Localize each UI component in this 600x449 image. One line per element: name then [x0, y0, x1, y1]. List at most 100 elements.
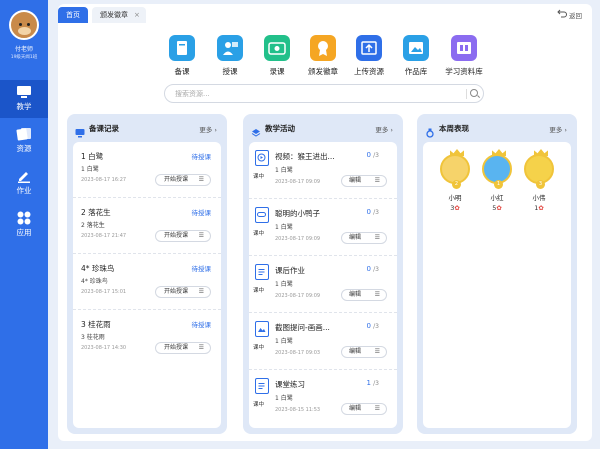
tool-badge[interactable]: 颁发徽章 [301, 35, 345, 77]
button-label: 开始授课 [164, 232, 189, 239]
status-badge: 待授课 [191, 321, 212, 329]
record-icon [264, 35, 290, 61]
tool-library[interactable]: 学习资料库 [442, 35, 486, 77]
search-box[interactable]: 搜索资源... [164, 84, 484, 103]
rank-medal: 1 [494, 180, 503, 189]
menu-icon: ☰ [374, 405, 380, 412]
student-card[interactable]: 2 小明 3✿ [435, 149, 475, 212]
tab-home[interactable]: 首页 [58, 7, 88, 23]
button-label: 编辑 [349, 348, 362, 355]
more-label: 更多 [375, 126, 389, 134]
student-avatar: 2 [440, 149, 470, 189]
more-link[interactable]: 更多 › [549, 124, 567, 134]
video-icon [255, 150, 269, 166]
close-icon[interactable]: × [134, 11, 140, 19]
list-item[interactable]: 4* 珍珠鸟 4* 珍珠鸟 2023-08-17 15:01 待授课 开始授课 ☰ [73, 254, 221, 310]
student-name: 小红 [490, 194, 504, 202]
count-total: /3 [373, 380, 379, 387]
back-button[interactable]: 返回 [557, 9, 582, 20]
more-label: 更多 [199, 126, 213, 134]
count: 0 [366, 265, 371, 273]
list-item[interactable]: 课中 视频：猴王进出... 1 白鹭 2023-08-17 09:09 0 /3… [249, 142, 397, 199]
tool-works[interactable]: 作品库 [394, 35, 438, 77]
start-teaching-button[interactable]: 开始授课 ☰ [155, 174, 211, 186]
more-link[interactable]: 更多 › [199, 124, 217, 134]
nav-teaching[interactable]: 教学 [0, 80, 48, 118]
edit-button[interactable]: 编辑 ☰ [341, 403, 387, 415]
lesson-date: 2023-08-17 15:01 [81, 289, 127, 295]
monitor-icon [16, 84, 32, 98]
status-badge: 待授课 [191, 209, 212, 217]
teacher-icon [217, 35, 243, 61]
tool-label: 上传资源 [354, 67, 384, 76]
list-item[interactable]: 课中 聪明的小鸭子 1 白鹭 2023-08-17 09:09 0 /3 编辑 ☰ [249, 199, 397, 256]
edit-button[interactable]: 编辑 ☰ [341, 289, 387, 301]
image-icon [403, 35, 429, 61]
start-teaching-button[interactable]: 开始授课 ☰ [155, 286, 211, 298]
activity-sub: 1 白鹭 [275, 395, 293, 402]
completion-count: 1 /3 [366, 379, 379, 387]
back-label: 返回 [569, 11, 582, 20]
menu-icon: ☰ [198, 176, 204, 183]
flower-icon: ✿ [496, 204, 502, 212]
button-label: 编辑 [349, 234, 362, 241]
list-item[interactable]: 课中 课后作业 1 白鹭 2023-08-17 09:09 0 /3 编辑 ☰ [249, 256, 397, 313]
button-label: 编辑 [349, 405, 362, 412]
nav-apps[interactable]: 应用 [0, 206, 48, 244]
activity-name: 视频：猴王进出... [275, 152, 335, 161]
activity-name: 课后作业 [275, 266, 305, 275]
tool-label: 作品库 [404, 67, 428, 76]
status-badge: 待授课 [191, 265, 212, 273]
tool-teach[interactable]: 授课 [208, 35, 252, 77]
tab-badge[interactable]: 颁发徽章 × [92, 7, 146, 23]
crown-icon [450, 149, 464, 156]
lesson-sub: 3 桂花雨 [81, 334, 105, 341]
lesson-sub: 2 落花生 [81, 222, 105, 229]
edit-button[interactable]: 编辑 ☰ [341, 232, 387, 244]
teacher-class[interactable]: 19级天闻1班 [0, 54, 48, 60]
student-card[interactable]: 3 小伟 1✿ [519, 149, 559, 212]
count-total: /3 [373, 152, 379, 159]
nav-resources[interactable]: 资源 [0, 122, 48, 160]
tool-label: 颁发徽章 [308, 67, 338, 76]
button-label: 开始授课 [164, 288, 189, 295]
list-item[interactable]: 2 落花生 2 落花生 2023-08-17 21:47 待授课 开始授课 ☰ [73, 198, 221, 254]
edit-button[interactable]: 编辑 ☰ [341, 175, 387, 187]
menu-icon: ☰ [374, 234, 380, 241]
edit-button[interactable]: 编辑 ☰ [341, 346, 387, 358]
count: 1 [366, 379, 371, 387]
main-area: 首页 颁发徽章 × 返回 备课 授课 录课 颁发徽章 上传资源 作品库 学习资料库… [58, 4, 592, 441]
start-teaching-button[interactable]: 开始授课 ☰ [155, 230, 211, 242]
teacher-avatar[interactable] [9, 10, 39, 40]
more-link[interactable]: 更多 › [375, 124, 393, 134]
student-card[interactable]: 1 小红 5✿ [477, 149, 517, 212]
tool-label: 授课 [222, 67, 238, 76]
status-badge: 课中 [253, 345, 265, 351]
completion-count: 0 /3 [366, 265, 379, 273]
nav-label: 作业 [16, 186, 32, 195]
more-label: 更多 [549, 126, 563, 134]
crown-icon [492, 149, 506, 156]
lesson-date: 2023-08-17 14:30 [81, 345, 127, 351]
status-badge: 课中 [253, 174, 265, 180]
student-score: 1✿ [519, 204, 559, 212]
tool-prepare[interactable]: 备课 [160, 35, 204, 77]
menu-icon: ☰ [198, 232, 204, 239]
menu-icon: ☰ [198, 344, 204, 351]
panel-title: 备课记录 [89, 123, 119, 133]
list-item[interactable]: 1 白鹭 1 白鹭 2023-08-17 16:27 待授课 开始授课 ☰ [73, 142, 221, 198]
upload-icon [356, 35, 382, 61]
nav-homework[interactable]: 作业 [0, 164, 48, 202]
button-label: 编辑 [349, 291, 362, 298]
completion-count: 0 /3 [366, 322, 379, 330]
lesson-date: 2023-08-17 16:27 [81, 177, 127, 183]
start-teaching-button[interactable]: 开始授课 ☰ [155, 342, 211, 354]
tool-upload[interactable]: 上传资源 [347, 35, 391, 77]
count: 0 [366, 208, 371, 216]
list-item[interactable]: 课中 课堂练习 1 白鹭 2023-08-15 11:53 1 /3 编辑 ☰ [249, 370, 397, 427]
list-item[interactable]: 课中 截图提问-画画... 1 白鹭 2023-08-17 09:03 0 /3… [249, 313, 397, 370]
list-item[interactable]: 3 桂花雨 3 桂花雨 2023-08-17 14:30 待授课 开始授课 ☰ [73, 310, 221, 366]
tool-record[interactable]: 录课 [255, 35, 299, 77]
search-icon[interactable] [470, 89, 478, 97]
search-input[interactable]: 搜索资源... [175, 89, 210, 99]
